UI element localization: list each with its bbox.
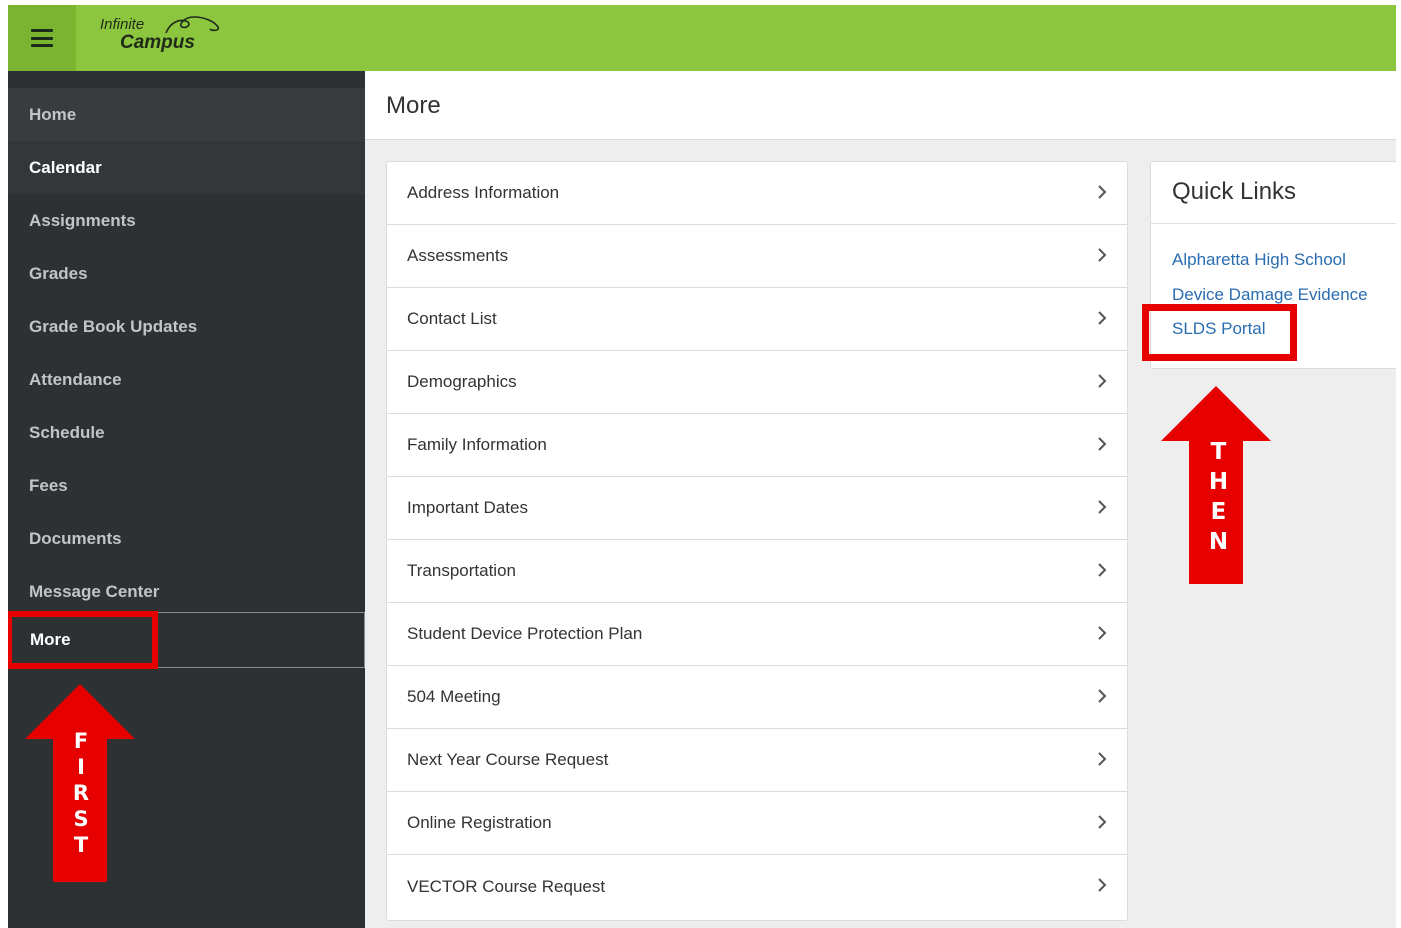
- chevron-right-icon: [1098, 626, 1107, 640]
- hamburger-icon: [31, 29, 53, 47]
- list-item-label: Next Year Course Request: [407, 750, 609, 769]
- chevron-right-icon: [1098, 815, 1107, 829]
- list-item-label: 504 Meeting: [407, 687, 501, 706]
- list-item-label: Family Information: [407, 435, 547, 454]
- list-item-label: Demographics: [407, 372, 517, 391]
- list-item-label: Important Dates: [407, 498, 528, 517]
- then-arrow-text: THEN: [1205, 439, 1232, 559]
- list-item-important-dates[interactable]: Important Dates: [387, 477, 1127, 540]
- list-item-label: Assessments: [407, 246, 509, 265]
- sidebar-item-documents[interactable]: Documents: [8, 512, 365, 565]
- more-list: Address Information Assessments Contact …: [386, 161, 1128, 921]
- page-header: More: [365, 71, 1396, 140]
- quick-link-alpharetta-high-school[interactable]: Alpharetta High School: [1172, 250, 1346, 270]
- sidebar-item-fees[interactable]: Fees: [8, 459, 365, 512]
- top-header: Infinite Campus: [8, 5, 1396, 71]
- sidebar-item-grades[interactable]: Grades: [8, 247, 365, 300]
- first-arrow-text: FIRST: [69, 729, 93, 859]
- divider: [1151, 223, 1396, 224]
- list-item-504-meeting[interactable]: 504 Meeting: [387, 666, 1127, 729]
- chevron-right-icon: [1098, 185, 1107, 199]
- sidebar-item-assignments[interactable]: Assignments: [8, 194, 365, 247]
- sidebar-item-calendar[interactable]: Calendar: [8, 141, 365, 194]
- chevron-right-icon: [1098, 689, 1107, 703]
- list-item-student-device-protection-plan[interactable]: Student Device Protection Plan: [387, 603, 1127, 666]
- logo-line2: Campus: [120, 32, 195, 53]
- list-item-online-registration[interactable]: Online Registration: [387, 792, 1127, 855]
- chevron-right-icon: [1098, 563, 1107, 577]
- hamburger-menu-button[interactable]: [8, 5, 76, 71]
- more-highlight-box: [8, 611, 158, 669]
- list-item-contact-list[interactable]: Contact List: [387, 288, 1127, 351]
- list-item-label: Contact List: [407, 309, 497, 328]
- chevron-right-icon: [1098, 752, 1107, 766]
- list-item-next-year-course-request[interactable]: Next Year Course Request: [387, 729, 1127, 792]
- slds-portal-highlight-box: [1142, 304, 1297, 361]
- list-item-label: Online Registration: [407, 813, 552, 832]
- chevron-right-icon: [1098, 437, 1107, 451]
- infinite-campus-logo[interactable]: Infinite Campus: [100, 13, 230, 61]
- first-arrow-label: FIRST: [68, 729, 94, 859]
- chevron-right-icon: [1098, 311, 1107, 325]
- list-item-label: Student Device Protection Plan: [407, 624, 643, 643]
- chevron-right-icon: [1098, 878, 1107, 892]
- list-item-address-information[interactable]: Address Information: [387, 162, 1127, 225]
- quick-links-title: Quick Links: [1172, 178, 1297, 205]
- list-item-transportation[interactable]: Transportation: [387, 540, 1127, 603]
- page-title: More: [386, 92, 441, 119]
- then-arrow-label: THEN: [1205, 439, 1232, 559]
- sidebar-item-attendance[interactable]: Attendance: [8, 353, 365, 406]
- chevron-right-icon: [1098, 500, 1107, 514]
- sidebar-item-schedule[interactable]: Schedule: [8, 406, 365, 459]
- logo-line1: Infinite: [100, 16, 145, 33]
- list-item-family-information[interactable]: Family Information: [387, 414, 1127, 477]
- sidebar-item-home[interactable]: Home: [8, 88, 365, 141]
- chevron-right-icon: [1098, 374, 1107, 388]
- list-item-vector-course-request[interactable]: VECTOR Course Request: [387, 855, 1127, 918]
- app-frame: Infinite Campus Home Calendar Assignment…: [8, 5, 1396, 928]
- list-item-assessments[interactable]: Assessments: [387, 225, 1127, 288]
- list-item-label: VECTOR Course Request: [407, 876, 606, 896]
- list-item-label: Address Information: [407, 183, 560, 202]
- list-item-label: Transportation: [407, 561, 516, 580]
- quick-link-device-damage-evidence[interactable]: Device Damage Evidence: [1172, 285, 1368, 305]
- chevron-right-icon: [1098, 248, 1107, 262]
- sidebar-item-grade-book-updates[interactable]: Grade Book Updates: [8, 300, 365, 353]
- list-item-demographics[interactable]: Demographics: [387, 351, 1127, 414]
